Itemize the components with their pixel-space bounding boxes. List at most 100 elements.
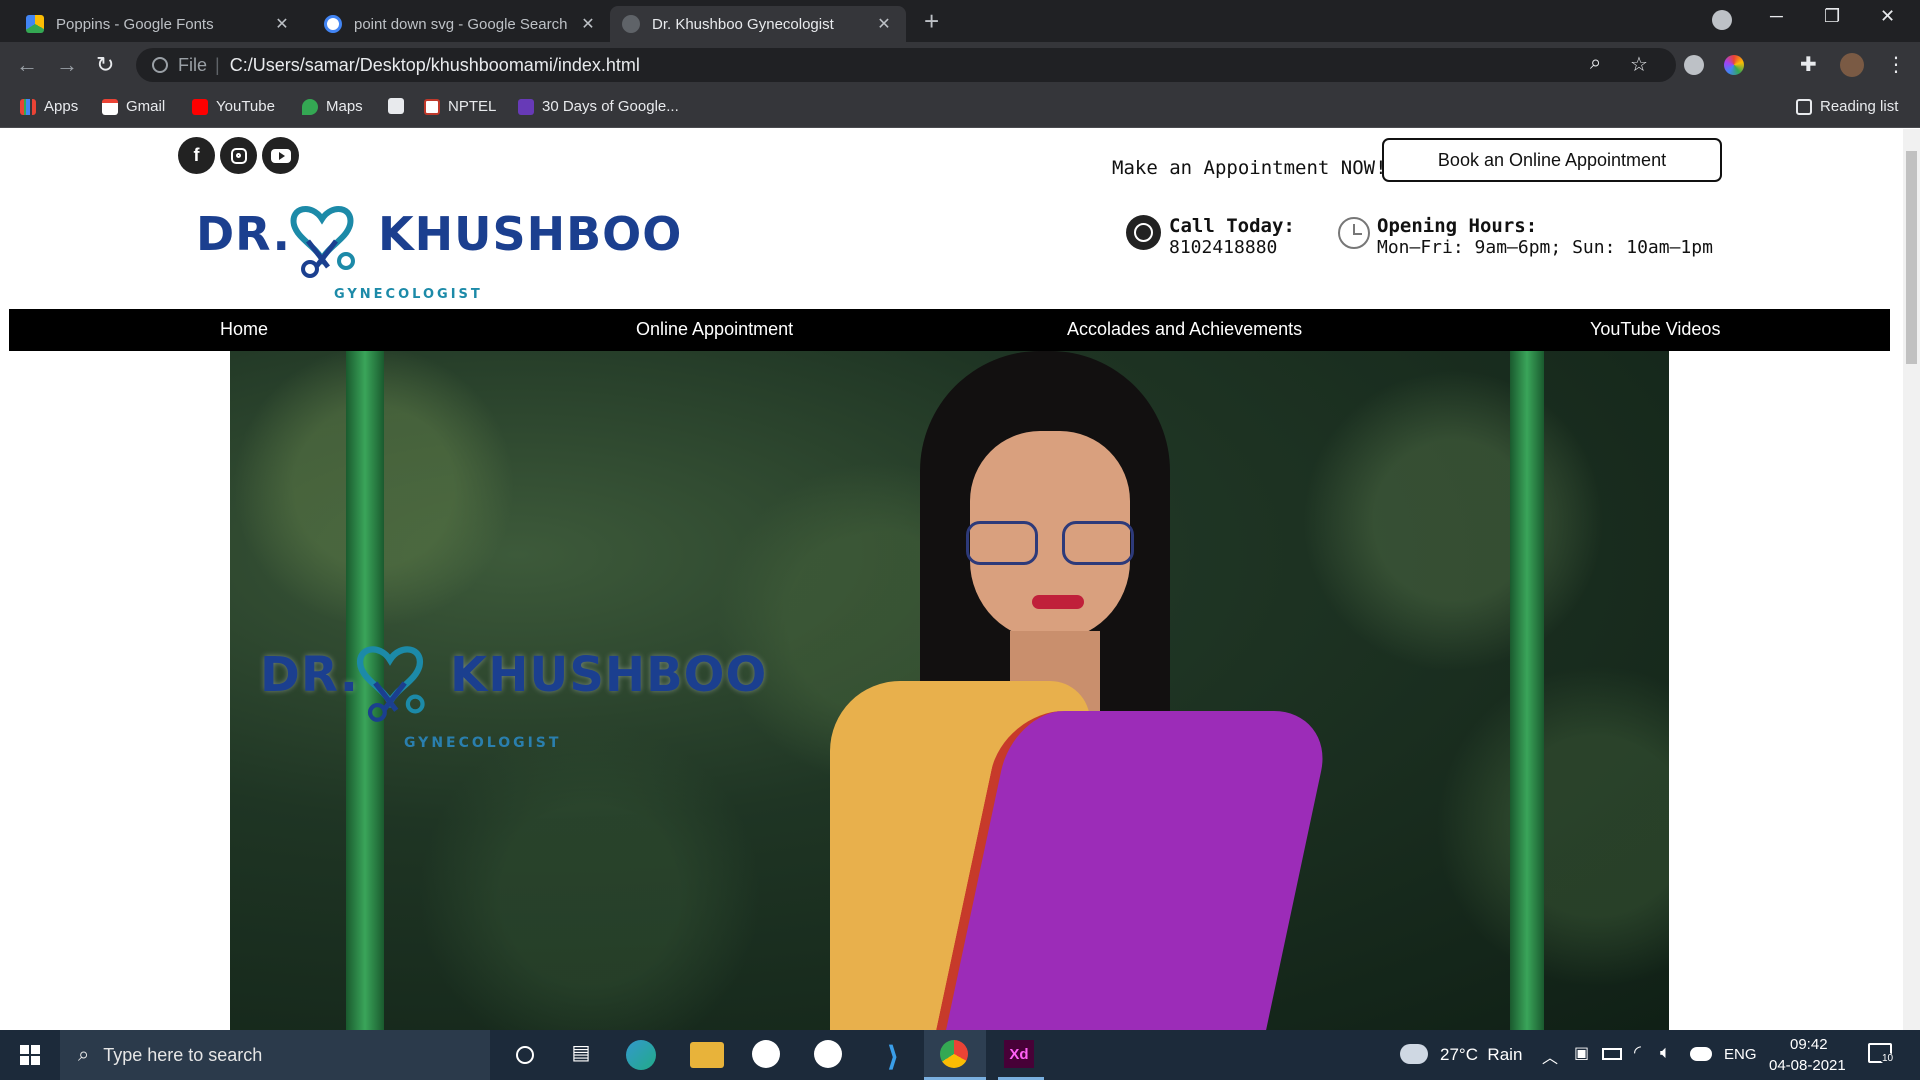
file-explorer-icon[interactable] — [690, 1042, 724, 1068]
bookmark-gmail[interactable]: Gmail — [102, 98, 165, 115]
address-bar[interactable]: File | C:/Users/samar/Desktop/khushbooma… — [136, 48, 1676, 82]
glasses — [966, 521, 1136, 567]
hero-stethoscope-heart-icon — [357, 646, 425, 722]
color-picker-extension-icon[interactable] — [1724, 55, 1744, 75]
weather-text[interactable]: 27°C Rain — [1440, 1045, 1522, 1065]
site-logo[interactable]: DR. KHUSHBOO GYNECOLOGIST — [196, 201, 681, 302]
bookmark-label: Maps — [326, 98, 363, 115]
appointment-prompt: Make an Appointment NOW! — [1112, 157, 1387, 179]
profile-avatar[interactable] — [1840, 53, 1864, 77]
tab-title: Dr. Khushboo Gynecologist — [652, 15, 834, 33]
address-separator: | — [215, 54, 220, 75]
hero-logo: DR. KHUSHBOO GYNECOLOGIST — [260, 641, 766, 761]
nav-youtube-videos[interactable]: YouTube Videos — [1590, 319, 1720, 340]
opening-hours-label: Opening Hours: — [1377, 215, 1538, 237]
tab-google-search[interactable]: point down svg - Google Search ✕ — [312, 6, 610, 42]
bookmark-label: Apps — [44, 98, 79, 115]
close-tab-icon[interactable]: ✕ — [272, 14, 292, 34]
instagram-icon[interactable] — [220, 137, 257, 174]
back-icon[interactable]: ← — [16, 52, 38, 78]
list-icon — [518, 98, 534, 115]
windows-taskbar: ⌕ Type here to search ▤ ⟩ Xd 27°C Rain ︿… — [0, 1030, 1920, 1080]
chrome-taskbar-button[interactable] — [924, 1030, 986, 1080]
adobe-xd-icon: Xd — [1004, 1040, 1034, 1068]
nav-accolades[interactable]: Accolades and Achievements — [1067, 319, 1302, 340]
nav-home[interactable]: Home — [220, 319, 268, 340]
notification-count: 10 — [1880, 1053, 1896, 1064]
scrollbar-thumb[interactable] — [1906, 151, 1917, 364]
whatsapp-taskbar-icon[interactable] — [814, 1040, 842, 1068]
close-tab-icon[interactable]: ✕ — [578, 14, 598, 34]
book-appointment-button[interactable]: Book an Online Appointment — [1382, 138, 1722, 182]
battery-icon[interactable] — [1602, 1048, 1622, 1060]
search-placeholder: Type here to search — [103, 1044, 263, 1065]
wifi-icon[interactable]: ◜ — [1634, 1042, 1641, 1063]
green-pillar-right — [1510, 351, 1544, 1030]
hero-logo-name: KHUSHBOO — [450, 647, 768, 703]
phone-number[interactable]: 8102418880 — [1169, 237, 1277, 258]
hero-logo-dr: DR. — [260, 647, 359, 703]
hero-logo-subtitle: GYNECOLOGIST — [404, 735, 562, 751]
adobe-xd-taskbar-button[interactable]: Xd — [998, 1030, 1044, 1080]
facebook-icon[interactable]: f — [178, 137, 215, 174]
taskbar-search-box[interactable]: ⌕ Type here to search — [60, 1030, 490, 1080]
main-navigation: Home Online Appointment Accolades and Ac… — [9, 309, 1890, 351]
saree — [936, 711, 1334, 1030]
windows-start-icon[interactable] — [20, 1045, 40, 1065]
nav-online-appointment[interactable]: Online Appointment — [636, 319, 793, 340]
youtube-social-icon[interactable] — [262, 137, 299, 174]
reload-icon[interactable]: ↻ — [96, 52, 114, 78]
vscode-icon[interactable]: ⟩ — [876, 1040, 910, 1072]
forward-icon[interactable]: → — [56, 52, 78, 78]
extension-icon[interactable] — [1684, 55, 1704, 75]
reading-list[interactable]: Reading list — [1796, 98, 1898, 115]
new-tab-button[interactable]: + — [924, 6, 939, 37]
logo-dr: DR. — [196, 207, 291, 261]
bookmark-maps[interactable]: Maps — [302, 98, 363, 115]
bookmark-star-icon[interactable]: ☆ — [1630, 52, 1648, 77]
cortana-icon[interactable] — [508, 1040, 542, 1070]
bookmark-apps[interactable]: Apps — [20, 98, 78, 115]
bookmark-youtube[interactable]: YouTube — [192, 98, 275, 115]
clock-date[interactable]: 04-08-2021 — [1769, 1057, 1846, 1074]
tab-google-fonts[interactable]: Poppins - Google Fonts ✕ — [14, 6, 304, 42]
page-icon — [388, 98, 404, 114]
close-window-icon[interactable]: ✕ — [1880, 6, 1895, 27]
onedrive-icon[interactable] — [1690, 1047, 1712, 1061]
url-text[interactable]: C:/Users/samar/Desktop/khushboomami/inde… — [230, 55, 640, 76]
tab-search-icon[interactable] — [1712, 10, 1732, 30]
bookmark-label: NPTEL — [448, 98, 497, 115]
extensions-puzzle-icon[interactable]: ✚ — [1800, 52, 1817, 77]
bookmark-30-days[interactable]: 30 Days of Google... — [518, 98, 679, 115]
task-view-icon[interactable]: ▤ — [564, 1040, 598, 1070]
app-w-icon[interactable] — [752, 1040, 780, 1068]
bookmark-unnamed[interactable] — [388, 98, 412, 114]
minimize-icon[interactable]: ─ — [1770, 6, 1783, 27]
gmail-icon — [102, 98, 118, 115]
scheme-label: File — [178, 54, 208, 75]
language-indicator[interactable]: ENG — [1724, 1046, 1757, 1063]
zoom-icon[interactable]: ⌕ — [1590, 52, 1601, 75]
restore-icon[interactable]: ❐ — [1824, 6, 1840, 27]
nptel-icon — [424, 98, 440, 115]
bookmark-nptel[interactable]: NPTEL — [424, 98, 496, 115]
weather-icon[interactable] — [1400, 1044, 1428, 1064]
tray-overflow-icon[interactable]: ︿ — [1542, 1044, 1558, 1068]
notifications-icon[interactable]: 10 — [1868, 1043, 1896, 1064]
bookmark-label: Gmail — [126, 98, 166, 115]
whatsapp-icon[interactable] — [1126, 215, 1161, 250]
close-tab-icon[interactable]: ✕ — [874, 14, 894, 34]
menu-kebab-icon[interactable]: ⋮ — [1886, 52, 1906, 77]
bookmark-label: 30 Days of Google... — [542, 98, 679, 115]
clock-time[interactable]: 09:42 — [1790, 1036, 1828, 1053]
hero-banner: DR. KHUSHBOO GYNECOLOGIST — [230, 351, 1669, 1030]
page-scrollbar[interactable] — [1903, 129, 1920, 1030]
google-fonts-icon — [26, 15, 44, 33]
doctor-portrait — [770, 351, 1334, 1030]
tab-dr-khushboo[interactable]: Dr. Khushboo Gynecologist ✕ — [610, 6, 906, 42]
site-info-icon[interactable] — [152, 57, 168, 73]
volume-icon[interactable]: 🔈︎ — [1660, 1042, 1671, 1063]
meet-now-icon[interactable]: ▣ — [1574, 1043, 1589, 1063]
tab-title: point down svg - Google Search — [354, 15, 568, 33]
edge-icon[interactable] — [626, 1040, 656, 1070]
